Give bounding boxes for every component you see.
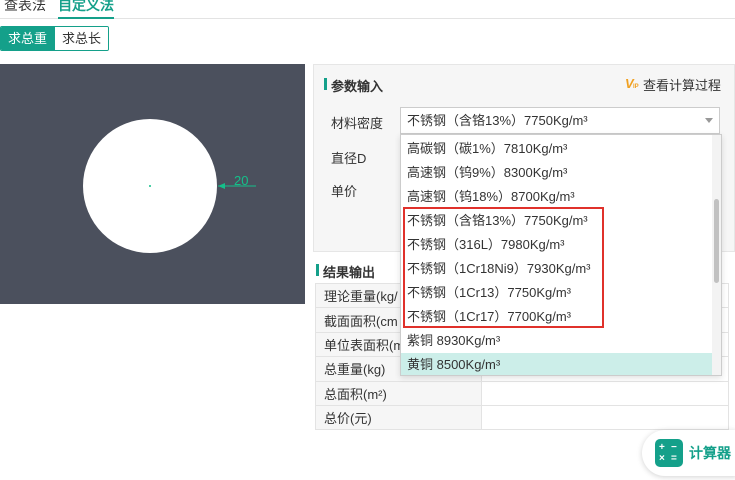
dropdown-option[interactable]: 不锈钢（含铬13%）7750Kg/m³ bbox=[401, 209, 713, 233]
result-section-title: 结果输出 bbox=[316, 262, 375, 281]
total-length-button[interactable]: 求总长 bbox=[54, 27, 109, 50]
tab-lookup-method[interactable]: 查表法 bbox=[4, 0, 46, 14]
table-row: 总面积(m²) bbox=[315, 380, 729, 406]
calculator-icon: + − × = bbox=[655, 439, 683, 467]
calculator-label: 计算器 bbox=[689, 445, 731, 461]
result-value bbox=[481, 380, 729, 406]
dropdown-option-hovered[interactable]: 黄铜 8500Kg/m³ bbox=[401, 353, 713, 375]
density-select-value: 不锈钢（含铬13%）7750Kg/m³ bbox=[407, 113, 588, 128]
dropdown-option[interactable]: 不锈钢（1Cr18Ni9）7930Kg/m³ bbox=[401, 257, 713, 281]
scrollbar-thumb[interactable] bbox=[714, 199, 719, 283]
view-process-label: 查看计算过程 bbox=[642, 78, 721, 93]
chevron-down-icon bbox=[705, 118, 713, 123]
diameter-label: 直径D bbox=[331, 151, 367, 166]
dropdown-option[interactable]: 高速钢（钨9%）8300Kg/m³ bbox=[401, 161, 713, 185]
round-bar-diagram bbox=[83, 119, 256, 253]
dropdown-option[interactable]: 不锈钢（316L）7980Kg/m³ bbox=[401, 233, 713, 257]
vip-icon bbox=[625, 76, 640, 92]
density-dropdown: 高碳钢（碳1%）7810Kg/m³ 高速钢（钨9%）8300Kg/m³ 高速钢（… bbox=[400, 134, 722, 376]
dropdown-option[interactable]: 紫铜 8930Kg/m³ bbox=[401, 329, 713, 353]
view-process-link[interactable]: 查看计算过程 bbox=[625, 75, 721, 94]
dropdown-option[interactable]: 不锈钢（1Cr17）7700Kg/m³ bbox=[401, 305, 713, 329]
top-tabs: 查表法 自定义法 bbox=[0, 0, 735, 19]
density-label: 材料密度 bbox=[331, 116, 384, 131]
dropdown-list: 高碳钢（碳1%）7810Kg/m³ 高速钢（钨9%）8300Kg/m³ 高速钢（… bbox=[401, 137, 713, 375]
param-section-title: 参数输入 bbox=[324, 76, 383, 95]
center-point bbox=[149, 185, 151, 187]
dropdown-option[interactable]: 高速钢（钨18%）8700Kg/m³ bbox=[401, 185, 713, 209]
total-weight-button[interactable]: 求总重 bbox=[1, 27, 55, 50]
result-value bbox=[481, 404, 729, 431]
dropdown-option[interactable]: 不锈钢（1Cr13）7750Kg/m³ bbox=[401, 281, 713, 305]
tab-custom-method[interactable]: 自定义法 bbox=[58, 0, 114, 19]
dimension-arrow bbox=[218, 183, 225, 189]
result-label: 总价(元) bbox=[315, 404, 482, 431]
result-label: 总面积(m²) bbox=[315, 380, 482, 406]
dropdown-scrollbar[interactable] bbox=[712, 135, 721, 375]
calculator-button[interactable]: + − × = 计算器 bbox=[642, 430, 735, 476]
table-row: 总价(元) bbox=[315, 404, 729, 431]
mode-toggle-group: 求总重 求总长 bbox=[0, 26, 110, 51]
dropdown-option[interactable]: 高碳钢（碳1%）7810Kg/m³ bbox=[401, 137, 713, 161]
density-select[interactable]: 不锈钢（含铬13%）7750Kg/m³ bbox=[400, 107, 720, 134]
price-label: 单价 bbox=[331, 184, 358, 199]
dimension-label: 20 bbox=[234, 173, 249, 188]
shape-preview: 20 bbox=[0, 64, 305, 304]
